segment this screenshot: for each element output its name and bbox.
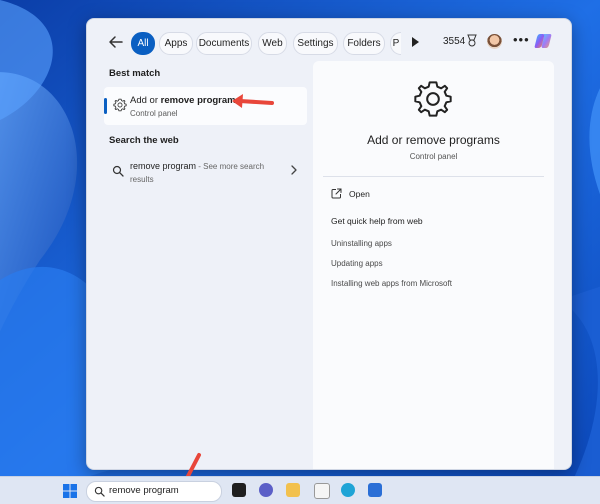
search-icon <box>112 165 124 177</box>
rewards-medal-icon[interactable] <box>465 34 479 48</box>
tab-folders[interactable]: Folders <box>343 32 385 55</box>
tab-apps[interactable]: Apps <box>159 32 193 55</box>
back-arrow-icon[interactable] <box>107 33 125 51</box>
open-button[interactable]: Open <box>349 189 370 199</box>
best-match-subtitle: Control panel <box>130 109 178 118</box>
taskbar-search-text: remove program <box>109 485 179 496</box>
web-search-result[interactable]: remove program - See more search results <box>104 153 307 187</box>
tab-overflow[interactable]: P <box>390 32 401 55</box>
best-match-heading: Best match <box>109 68 161 79</box>
annotation-arrow <box>232 94 274 108</box>
web-result-text: remove program - See more search results <box>130 161 265 184</box>
search-icon <box>94 486 105 497</box>
selection-indicator <box>104 98 107 114</box>
copilot-icon[interactable] <box>533 31 553 51</box>
play-icon[interactable] <box>412 37 419 47</box>
help-link-installing-web-apps[interactable]: Installing web apps from Microsoft <box>331 279 452 288</box>
chevron-right-icon[interactable] <box>290 165 298 175</box>
best-match-title: Add or remove programs <box>130 95 241 106</box>
notepad-icon[interactable] <box>314 483 330 499</box>
taskbar: remove program <box>0 476 600 504</box>
tab-settings[interactable]: Settings <box>293 32 338 55</box>
help-link-updating[interactable]: Updating apps <box>331 259 383 268</box>
windows-start-icon[interactable] <box>63 484 77 498</box>
rewards-points: 3554 <box>443 36 466 47</box>
detail-title: Add or remove programs <box>367 133 500 147</box>
tab-all[interactable]: All <box>131 32 155 55</box>
teams-icon[interactable] <box>259 483 273 497</box>
more-options-icon[interactable]: ••• <box>513 32 530 47</box>
user-avatar[interactable] <box>487 34 502 49</box>
help-link-uninstalling[interactable]: Uninstalling apps <box>331 239 392 248</box>
task-view-icon[interactable] <box>232 483 246 497</box>
tab-documents[interactable]: Documents <box>196 32 252 55</box>
gear-icon <box>414 81 452 117</box>
edge-icon[interactable] <box>341 483 355 497</box>
detail-pane: Add or remove programs Control panel Ope… <box>313 61 554 469</box>
store-icon[interactable] <box>368 483 382 497</box>
detail-subtitle: Control panel <box>409 152 458 161</box>
filter-bar: All Apps Documents Web Settings Folders … <box>87 19 571 65</box>
tab-web[interactable]: Web <box>258 32 287 55</box>
best-match-result[interactable]: Add or remove programs Control panel <box>104 87 307 125</box>
gear-icon <box>113 98 127 112</box>
open-external-icon <box>331 188 342 199</box>
search-panel: All Apps Documents Web Settings Folders … <box>86 18 572 470</box>
help-heading: Get quick help from web <box>331 216 423 226</box>
search-web-heading: Search the web <box>109 135 179 146</box>
divider <box>323 176 544 177</box>
taskbar-search-box[interactable]: remove program <box>86 481 222 502</box>
file-explorer-icon[interactable] <box>286 483 300 497</box>
